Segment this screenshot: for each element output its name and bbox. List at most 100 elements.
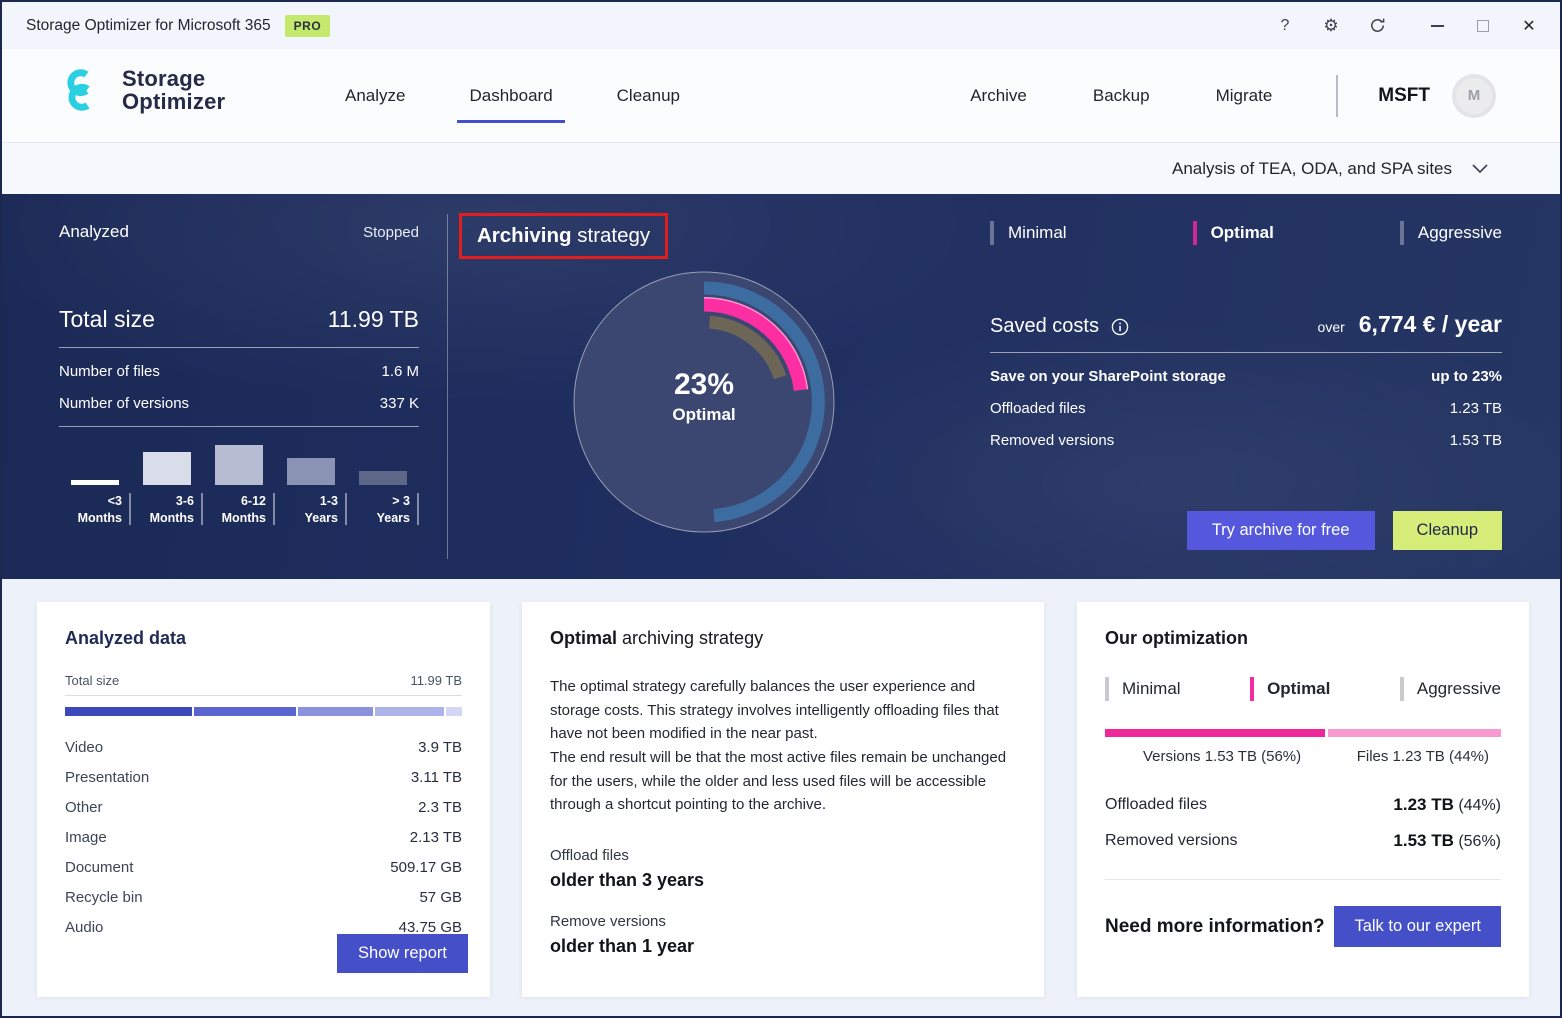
bar-segment xyxy=(374,707,444,716)
saved-costs-title: Saved costs xyxy=(990,315,1099,337)
show-report-button[interactable]: Show report xyxy=(337,934,468,973)
need-info-text: Need more information? xyxy=(1105,915,1325,937)
files-label: Files 1.23 TB (44%) xyxy=(1356,748,1489,765)
mode-aggressive[interactable]: Aggressive xyxy=(1399,677,1501,701)
savings-row: Save on your SharePoint storage up to 23… xyxy=(990,368,1502,385)
strategy-description: The optimal strategy carefully balances … xyxy=(550,678,1007,814)
mode-aggressive[interactable]: Aggressive xyxy=(1399,221,1502,245)
window-frame-buttons: ✕ xyxy=(1414,2,1560,49)
tenant-name[interactable]: MSFT xyxy=(1378,85,1430,107)
nav-cleanup[interactable]: Cleanup xyxy=(615,86,682,106)
window-controls: ? ⚙ ✕ xyxy=(1262,2,1560,49)
age-bucket-label: 3-6 Months xyxy=(149,494,194,525)
avatar[interactable]: M xyxy=(1452,73,1496,118)
mode-indicator xyxy=(1399,677,1404,701)
analyzed-title: Analyzed xyxy=(59,222,129,241)
card-title: Our optimization xyxy=(1105,628,1248,648)
nav-backup[interactable]: Backup xyxy=(1091,86,1152,106)
refresh-icon[interactable] xyxy=(1354,2,1400,49)
remove-rule: Remove versions older than 1 year xyxy=(550,913,695,957)
mode-minimal[interactable]: Minimal xyxy=(1105,677,1181,701)
analysis-status: Stopped xyxy=(363,224,419,241)
card-title: Optimal archiving strategy xyxy=(550,628,764,648)
file-type-list: Video 3.9 TB Presentation 3.11 TB Other 2.3… xyxy=(65,732,462,942)
bar-segment xyxy=(194,707,296,716)
app-header: Storage Optimizer Analyze Dashboard Clea… xyxy=(2,49,1560,142)
mode-indicator xyxy=(1399,221,1404,245)
title-bar: Storage Optimizer for Microsoft 365 PRO … xyxy=(2,2,1560,49)
secondary-nav: Archive Backup Migrate MSFT M xyxy=(968,49,1496,142)
mode-optimal[interactable]: Optimal xyxy=(1250,677,1330,701)
age-bucket-label: <3 Months xyxy=(77,494,122,525)
mode-optimal[interactable]: Optimal xyxy=(1192,221,1274,245)
archiving-strategy-title: Archiving strategy xyxy=(477,224,651,247)
divider xyxy=(1105,879,1501,880)
file-age-chart: <3 Months 3-6 Months 6-12 Months 1-3 Yea… xyxy=(59,443,419,527)
card-title: Analyzed data xyxy=(65,628,187,648)
optimization-stats: Offloaded files 1.23 TB (44%) Removed ve… xyxy=(1105,787,1501,859)
age-bucket: <3 Months xyxy=(59,443,131,527)
age-bucket: 1-3 Years xyxy=(275,443,347,527)
strategy-description-card: Optimal archiving strategy The optimal s… xyxy=(522,602,1044,997)
saved-costs-value: 6,774 € / year xyxy=(1358,311,1502,337)
strategy-donut-chart: 23% Optimal xyxy=(572,270,836,534)
list-item: Other 2.3 TB xyxy=(65,798,462,816)
site-filter-dropdown[interactable]: Analysis of TEA, ODA, and SPA sites xyxy=(1172,159,1488,179)
optimization-mode-tabs: Minimal Optimal Aggressive xyxy=(1105,677,1501,701)
app-window: Storage Optimizer for Microsoft 365 PRO … xyxy=(0,0,1562,1018)
bar-segment xyxy=(65,707,193,716)
close-icon[interactable]: ✕ xyxy=(1506,2,1552,49)
strategy-mode-tabs: Minimal Optimal Aggressive xyxy=(990,221,1502,245)
hero-actions: Try archive for free Cleanup xyxy=(1186,511,1502,550)
mode-minimal[interactable]: Minimal xyxy=(990,221,1067,245)
saved-costs-panel: Minimal Optimal Aggressive Saved costs o… xyxy=(990,194,1502,579)
nav-migrate[interactable]: Migrate xyxy=(1214,86,1275,106)
divider xyxy=(59,426,419,427)
versions-segment xyxy=(1105,729,1326,737)
list-item: Video 3.9 TB xyxy=(65,738,462,756)
total-size-label: Total size xyxy=(59,306,155,332)
settings-gear-icon[interactable]: ⚙ xyxy=(1308,2,1354,49)
bar-segment xyxy=(445,707,462,716)
mode-indicator xyxy=(1250,677,1255,701)
scope-bar: Analysis of TEA, ODA, and SPA sites xyxy=(2,142,1560,194)
divider xyxy=(990,352,1502,353)
age-bar xyxy=(287,458,335,485)
list-item: Recycle bin 57 GB xyxy=(65,888,462,906)
donut-center-label: 23% Optimal xyxy=(572,264,836,528)
savings-row: Offloaded files 1.23 TB xyxy=(990,400,1502,417)
age-bucket: 3-6 Months xyxy=(131,443,203,527)
help-icon[interactable]: ? xyxy=(1262,2,1308,49)
stat-row: Offloaded files 1.23 TB (44%) xyxy=(1105,795,1501,814)
logo-text: Storage Optimizer xyxy=(122,66,226,115)
minimize-icon[interactable] xyxy=(1414,2,1460,49)
talk-to-expert-button[interactable]: Talk to our expert xyxy=(1334,906,1501,947)
primary-nav: Analyze Dashboard Cleanup xyxy=(343,49,682,142)
divider xyxy=(59,347,419,348)
versions-label: Versions 1.53 TB (56%) xyxy=(1143,748,1302,765)
stat-row: Number of files 1.6 M xyxy=(59,363,419,380)
nav-analyze[interactable]: Analyze xyxy=(343,86,407,106)
cleanup-button[interactable]: Cleanup xyxy=(1392,511,1502,550)
strategy-label: Optimal xyxy=(672,404,736,424)
nav-dashboard[interactable]: Dashboard xyxy=(457,86,565,123)
tick xyxy=(417,493,419,525)
age-bucket: 6-12 Months xyxy=(203,443,275,527)
age-bucket-label: 6-12 Months xyxy=(221,494,266,525)
list-item: Image 2.13 TB xyxy=(65,828,462,846)
analyzed-data-card: Analyzed data Total size 11.99 TB Video 3… xyxy=(37,602,490,997)
bar-segment xyxy=(297,707,373,716)
mode-indicator xyxy=(1105,677,1109,701)
mode-indicator xyxy=(1192,221,1197,245)
chevron-down-icon xyxy=(1472,164,1488,173)
total-size-value: 11.99 TB xyxy=(327,306,419,332)
age-bar xyxy=(359,471,407,485)
try-archive-button[interactable]: Try archive for free xyxy=(1186,511,1375,550)
files-segment xyxy=(1328,729,1501,737)
info-icon[interactable] xyxy=(1111,318,1129,336)
maximize-icon[interactable] xyxy=(1460,2,1506,49)
age-bucket: > 3 Years xyxy=(347,443,419,527)
logo-mark-icon xyxy=(67,69,90,111)
site-filter-label: Analysis of TEA, ODA, and SPA sites xyxy=(1172,158,1452,178)
nav-archive[interactable]: Archive xyxy=(968,86,1029,106)
